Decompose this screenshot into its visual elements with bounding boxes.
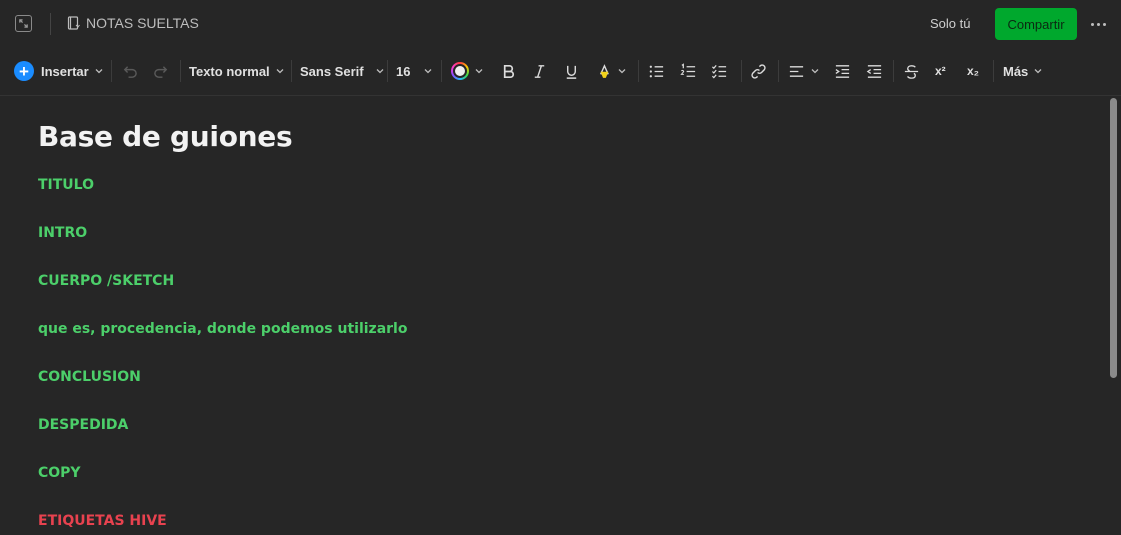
align-dropdown[interactable] <box>788 50 819 92</box>
italic-button[interactable] <box>531 50 548 92</box>
notebook-name: NOTAS SUELTAS <box>86 15 199 31</box>
insert-button[interactable]: + Insertar <box>14 50 103 92</box>
underline-button[interactable] <box>563 50 580 92</box>
toolbar-divider <box>111 60 112 82</box>
bold-icon <box>503 64 515 78</box>
toolbar-divider <box>741 60 742 82</box>
chevron-down-icon <box>95 69 103 74</box>
checklist-button[interactable] <box>711 50 728 92</box>
bulleted-list-button[interactable] <box>648 50 665 92</box>
subscript-button[interactable]: x₂ <box>967 50 979 92</box>
note-line[interactable]: ETIQUETAS HIVE <box>38 512 167 530</box>
top-bar: NOTAS SUELTAS Solo tú Compartir <box>0 0 1121 48</box>
toolbar-divider <box>387 60 388 82</box>
font-family-dropdown[interactable]: Sans Serif <box>300 50 384 92</box>
checklist-icon <box>711 64 727 79</box>
bold-button[interactable] <box>500 50 517 92</box>
formatting-toolbar: + Insertar Texto normal Sans Serif 16 x²… <box>0 50 1121 92</box>
chevron-down-icon <box>618 69 626 74</box>
share-scope-label[interactable]: Solo tú <box>930 16 970 31</box>
link-button[interactable] <box>750 50 767 92</box>
italic-icon <box>534 64 545 78</box>
chevron-down-icon <box>1034 69 1042 74</box>
redo-icon <box>154 65 168 78</box>
note-editor[interactable]: Base de guiones <box>38 118 1098 156</box>
numbered-list-icon <box>680 62 696 77</box>
toolbar-divider <box>638 60 639 82</box>
notebook-icon <box>67 16 80 30</box>
toolbar-border <box>0 95 1121 96</box>
underline-icon <box>566 65 577 79</box>
top-divider <box>50 13 51 35</box>
more-options-icon[interactable] <box>1088 14 1108 34</box>
toolbar-divider <box>993 60 994 82</box>
expand-icon[interactable] <box>15 15 32 32</box>
highlighter-icon <box>600 63 609 78</box>
strikethrough-button[interactable] <box>903 50 920 92</box>
share-button[interactable]: Compartir <box>995 8 1077 40</box>
link-icon <box>751 63 766 79</box>
more-format-label: Más <box>1003 63 1029 79</box>
outdent-button[interactable] <box>866 50 883 92</box>
superscript-button[interactable]: x² <box>935 50 946 92</box>
align-left-icon <box>789 65 804 77</box>
note-line[interactable]: TITULO <box>38 176 94 194</box>
font-size-label: 16 <box>396 63 411 79</box>
undo-button[interactable] <box>121 50 138 92</box>
chevron-down-icon <box>475 69 483 74</box>
notebook-selector[interactable]: NOTAS SUELTAS <box>67 15 199 31</box>
text-color-button[interactable] <box>451 50 483 92</box>
plus-icon: + <box>14 61 34 81</box>
superscript-icon: x² <box>935 64 946 78</box>
note-line[interactable]: CUERPO /SKETCH <box>38 272 174 290</box>
text-style-dropdown[interactable]: Texto normal <box>189 50 284 92</box>
chevron-down-icon <box>376 69 384 74</box>
note-line[interactable]: CONCLUSION <box>38 368 141 386</box>
toolbar-divider <box>180 60 181 82</box>
chevron-down-icon <box>425 69 432 74</box>
redo-button[interactable] <box>153 50 170 92</box>
more-format-dropdown[interactable]: Más <box>1003 50 1042 92</box>
bullet-list-icon <box>649 65 664 77</box>
toolbar-divider <box>441 60 442 82</box>
chevron-down-icon <box>811 69 819 74</box>
subscript-icon: x₂ <box>967 64 980 78</box>
indent-button[interactable] <box>834 50 851 92</box>
font-size-dropdown[interactable]: 16 <box>396 50 432 92</box>
note-line[interactable]: COPY <box>38 464 81 482</box>
note-line[interactable]: que es, procedencia, donde podemos utili… <box>38 320 407 338</box>
chevron-down-icon <box>276 69 284 74</box>
toolbar-divider <box>291 60 292 82</box>
strikethrough-icon <box>904 64 919 79</box>
scrollbar[interactable] <box>1110 98 1117 378</box>
color-wheel-icon <box>451 62 469 80</box>
highlight-button[interactable] <box>595 50 626 92</box>
indent-icon <box>835 64 850 78</box>
note-line[interactable]: DESPEDIDA <box>38 416 128 434</box>
numbered-list-button[interactable] <box>680 50 697 92</box>
note-line[interactable]: INTRO <box>38 224 87 242</box>
outdent-icon <box>866 64 882 78</box>
note-title[interactable]: Base de guiones <box>38 118 1098 156</box>
text-style-label: Texto normal <box>189 63 270 79</box>
toolbar-divider <box>893 60 894 82</box>
toolbar-divider <box>778 60 779 82</box>
undo-icon <box>123 65 137 78</box>
font-family-label: Sans Serif <box>300 63 364 79</box>
insert-label: Insertar <box>41 63 89 79</box>
